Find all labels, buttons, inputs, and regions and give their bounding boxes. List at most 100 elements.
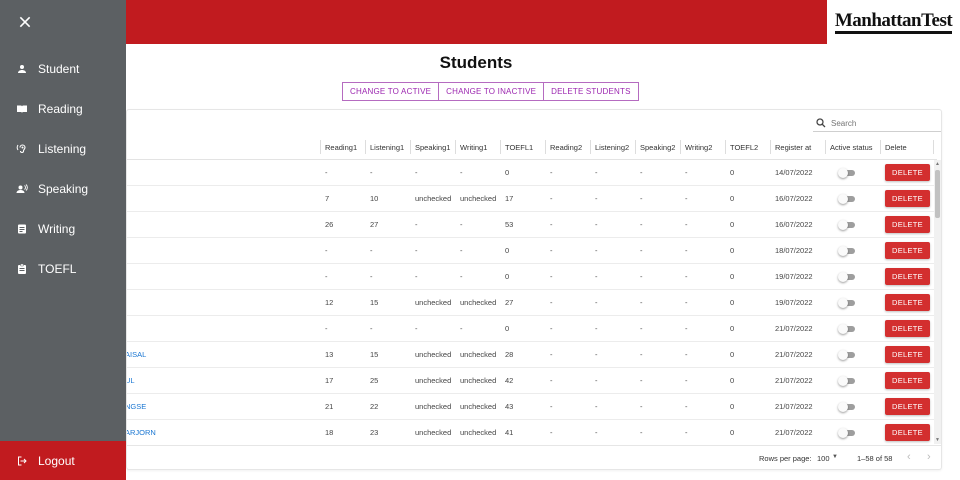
col-speaking1[interactable]: Speaking1 [415,143,450,152]
col-listening2[interactable]: Listening2 [595,143,629,152]
sidebar-item-writing[interactable]: Writing [0,215,126,243]
scrollbar-thumb[interactable] [935,170,940,218]
active-status-toggle[interactable] [838,220,856,230]
student-name[interactable]: UL [127,376,135,385]
search-icon [816,118,826,128]
table-cell: - [640,168,643,177]
logout-button[interactable]: Logout [0,441,126,480]
table-row[interactable]: - - - - 0 - - - - 0 14/07/2022 DELETE [127,160,937,186]
table-cell: unchecked [415,376,452,385]
col-toefl1[interactable]: TOEFL1 [505,143,533,152]
active-status-toggle[interactable] [838,376,856,386]
col-listening1[interactable]: Listening1 [370,143,404,152]
delete-students-button[interactable]: DELETE STUDENTS [544,82,639,101]
close-icon[interactable] [17,14,33,30]
delete-button[interactable]: DELETE [885,216,930,233]
table-cell: - [685,324,688,333]
sidebar-item-student[interactable]: Student [0,55,126,83]
scroll-up-icon[interactable]: ▲ [935,161,940,167]
col-active-status[interactable]: Active status [830,143,873,152]
table-cell: 27 [370,220,379,229]
active-status-toggle[interactable] [838,272,856,282]
table-cell: 17 [505,194,514,203]
table-cell: 21/07/2022 [775,402,813,411]
table-scrollbar[interactable]: ▲ ▼ [934,160,941,444]
col-toefl2[interactable]: TOEFL2 [730,143,758,152]
table-cell: 53 [505,220,514,229]
table-cell: 0 [730,246,735,255]
table-cell: - [460,324,463,333]
table-cell: unchecked [460,402,497,411]
chevron-right-icon[interactable]: › [927,451,931,463]
rows-per-page-select[interactable]: 100 [817,454,830,463]
toggle-thumb [838,272,848,282]
table-cell: - [460,272,463,281]
col-reading1[interactable]: Reading1 [325,143,357,152]
active-status-toggle[interactable] [838,402,856,412]
delete-button[interactable]: DELETE [885,242,930,259]
search-box[interactable] [813,115,941,132]
chevron-left-icon[interactable]: ‹ [907,451,911,463]
delete-button[interactable]: DELETE [885,372,930,389]
table-cell: - [550,350,553,359]
table-cell: - [685,402,688,411]
sidebar-item-reading[interactable]: Reading [0,95,126,123]
table-cell: unchecked [415,402,452,411]
active-status-toggle[interactable] [838,298,856,308]
active-status-toggle[interactable] [838,324,856,334]
table-row[interactable]: ARJORN 18 23 unchecked unchecked 41 - - - - 0 21/07… [127,420,937,444]
sidebar-item-speaking[interactable]: Speaking [0,175,126,203]
table-row[interactable]: - - - - 0 - - - - 0 19/07/2022 DELETE [127,264,937,290]
table-cell: 15 [370,350,379,359]
column-separator [590,140,591,154]
toggle-thumb [838,428,848,438]
active-status-toggle[interactable] [838,168,856,178]
student-name[interactable]: ARJORN [127,428,156,437]
delete-button[interactable]: DELETE [885,346,930,363]
col-speaking2[interactable]: Speaking2 [640,143,675,152]
table-row[interactable]: 7 10 unchecked unchecked 17 - - - - 0 16/07/2022 DE… [127,186,937,212]
toggle-thumb [838,324,848,334]
scroll-down-icon[interactable]: ▼ [935,437,940,443]
table-row[interactable]: 26 27 - - 53 - - - - 0 16/07/2022 DELETE [127,212,937,238]
table-row[interactable]: - - - - 0 - - - - 0 21/07/2022 DELETE [127,316,937,342]
table-cell: - [595,376,598,385]
search-input[interactable] [831,118,931,128]
table-cell: unchecked [460,298,497,307]
student-name[interactable]: AISAL [127,350,146,359]
delete-button[interactable]: DELETE [885,424,930,441]
active-status-toggle[interactable] [838,350,856,360]
table-cell: 0 [730,428,735,437]
table-row[interactable]: UL 17 25 unchecked unchecked 42 - - - - 0 21/07/202… [127,368,937,394]
table-row[interactable]: - - - - 0 - - - - 0 18/07/2022 DELETE [127,238,937,264]
delete-button[interactable]: DELETE [885,320,930,337]
student-name[interactable]: NGSE [127,402,146,411]
column-separator [770,140,771,154]
active-status-toggle[interactable] [838,428,856,438]
table-row[interactable]: 12 15 unchecked unchecked 27 - - - - 0 19/07/2022 D… [127,290,937,316]
col-register-at[interactable]: Register at [775,143,811,152]
col-reading2[interactable]: Reading2 [550,143,582,152]
caret-down-icon[interactable]: ▼ [832,454,838,460]
active-status-toggle[interactable] [838,194,856,204]
sidebar-item-toefl[interactable]: TOEFL [0,255,126,283]
col-writing2[interactable]: Writing2 [685,143,712,152]
active-status-toggle[interactable] [838,246,856,256]
delete-button[interactable]: DELETE [885,268,930,285]
delete-button[interactable]: DELETE [885,164,930,181]
table-row[interactable]: AISAL 13 15 unchecked unchecked 28 - - - - 0 21/07/… [127,342,937,368]
sidebar-item-label: Writing [38,222,76,236]
table-cell: 0 [730,376,735,385]
table-cell: - [415,272,418,281]
sidebar-item-listening[interactable]: Listening [0,135,126,163]
sidebar-drawer: Student Reading Listening Speaking Writi… [0,0,126,480]
table-row[interactable]: NGSE 21 22 unchecked unchecked 43 - - - - 0 21/07/2… [127,394,937,420]
top-app-bar: ManhattanTest [0,0,960,44]
change-to-inactive-button[interactable]: CHANGE TO INACTIVE [439,82,545,101]
delete-button[interactable]: DELETE [885,294,930,311]
change-to-active-button[interactable]: CHANGE TO ACTIVE [342,82,440,101]
delete-button[interactable]: DELETE [885,398,930,415]
delete-button[interactable]: DELETE [885,190,930,207]
toggle-thumb [838,194,848,204]
col-writing1[interactable]: Writing1 [460,143,487,152]
